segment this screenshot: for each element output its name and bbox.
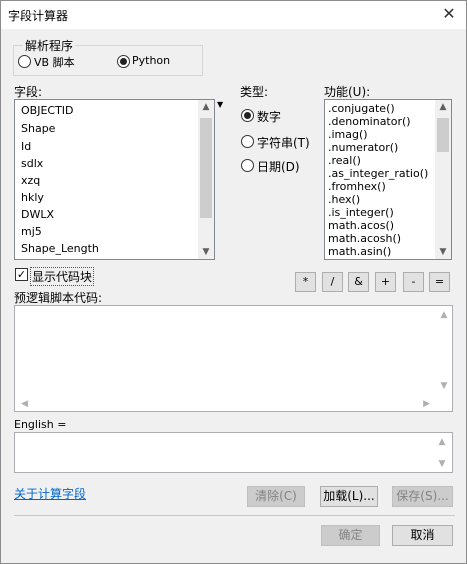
list-item[interactable]: .as_integer_ratio() — [328, 167, 428, 180]
operator-divide-button[interactable]: / — [322, 272, 343, 292]
show-codeblock-label[interactable]: 显示代码块 — [30, 267, 95, 286]
save-button[interactable]: 保存(S)... — [392, 486, 453, 507]
list-item[interactable]: Shape_Length — [21, 242, 99, 255]
clear-button[interactable]: 清除(C) — [247, 486, 305, 507]
operator-ampersand-button[interactable]: & — [348, 272, 369, 292]
about-calculate-field-link[interactable]: 关于计算字段 — [14, 485, 86, 502]
list-item[interactable]: math.acosh() — [328, 232, 401, 245]
list-item[interactable]: Shape — [21, 122, 55, 135]
separator — [14, 515, 455, 516]
cancel-button[interactable]: 取消 — [392, 525, 453, 546]
list-item[interactable]: OBJECTID — [21, 104, 74, 117]
list-item[interactable]: hkly — [21, 191, 44, 204]
pre-logic-textarea[interactable]: ▲ ▼ ◀ ▶ — [14, 305, 453, 412]
list-item[interactable]: math.asin() — [328, 245, 391, 258]
functions-label: 功能(U): — [324, 85, 371, 99]
scroll-down-icon[interactable]: ▼ — [198, 247, 214, 257]
type-date-label[interactable]: 日期(D) — [257, 158, 300, 175]
list-item[interactable]: .fromhex() — [328, 180, 386, 193]
load-button[interactable]: 加载(L)... — [320, 486, 378, 507]
list-item[interactable]: math.acos() — [328, 219, 394, 232]
title-bar: 字段计算器 ✕ — [1, 1, 466, 29]
list-item[interactable]: xzq — [21, 174, 40, 187]
field-calculator-dialog: 字段计算器 ✕ 解析程序 VB 脚本 Python 字段: OBJECTID S… — [0, 0, 467, 564]
operator-plus-button[interactable]: + — [375, 272, 396, 292]
python-radio[interactable] — [117, 55, 130, 68]
expression-label: English = — [14, 418, 67, 431]
parser-label: 解析程序 — [23, 37, 76, 54]
type-label: 类型: — [240, 85, 269, 99]
type-string-label[interactable]: 字符串(T) — [257, 134, 310, 151]
list-item[interactable]: .denominator() — [328, 115, 411, 128]
type-number-radio[interactable] — [241, 109, 254, 122]
list-item[interactable]: DWLX — [21, 208, 54, 221]
scroll-down-icon[interactable]: ▼ — [436, 381, 452, 391]
scroll-up-icon[interactable]: ▲ — [198, 102, 214, 112]
fields-dropdown-icon[interactable]: ▼ — [217, 100, 223, 109]
type-number-label[interactable]: 数字 — [257, 108, 281, 125]
scroll-up-icon[interactable]: ▲ — [436, 310, 452, 320]
type-string-radio[interactable] — [241, 135, 254, 148]
vbscript-label[interactable]: VB 脚本 — [34, 54, 75, 70]
vbscript-radio[interactable] — [18, 55, 31, 68]
scroll-down-icon[interactable]: ▼ — [434, 459, 450, 469]
window-title: 字段计算器 — [8, 9, 69, 23]
list-item[interactable]: .real() — [328, 154, 361, 167]
python-label[interactable]: Python — [132, 54, 170, 67]
scroll-up-icon[interactable]: ▲ — [434, 437, 450, 447]
fields-listbox[interactable]: OBJECTID Shape Id sdlx xzq hkly DWLX mj5… — [14, 99, 215, 260]
list-item[interactable]: .hex() — [328, 193, 360, 206]
show-codeblock-checkbox[interactable]: ✓ — [15, 268, 28, 281]
list-item[interactable]: mj5 — [21, 225, 42, 238]
list-item[interactable]: sdlx — [21, 157, 43, 170]
scroll-down-icon[interactable]: ▼ — [435, 247, 451, 257]
type-date-radio[interactable] — [241, 159, 254, 172]
operator-equals-button[interactable]: = — [429, 272, 450, 292]
list-item[interactable]: .numerator() — [328, 141, 398, 154]
expression-textarea[interactable]: ▲ ▼ — [14, 432, 453, 473]
pre-logic-vscroll[interactable]: ▲ ▼ — [436, 306, 452, 395]
fields-scroll-thumb[interactable] — [200, 118, 212, 218]
ok-button[interactable]: 确定 — [321, 525, 380, 546]
pre-logic-label: 预逻辑脚本代码: — [14, 291, 103, 305]
list-item[interactable]: .conjugate() — [328, 102, 395, 115]
close-icon[interactable]: ✕ — [436, 3, 462, 25]
list-item[interactable]: .is_integer() — [328, 206, 394, 219]
scroll-up-icon[interactable]: ▲ — [435, 102, 451, 112]
functions-scrollbar[interactable]: ▲ ▼ — [435, 100, 451, 259]
scroll-right-icon[interactable]: ▶ — [423, 399, 430, 409]
functions-scroll-thumb[interactable] — [437, 118, 449, 152]
list-item[interactable]: .imag() — [328, 128, 368, 141]
fields-label: 字段: — [14, 85, 43, 99]
list-item[interactable]: Id — [21, 140, 31, 153]
functions-listbox[interactable]: .conjugate() .denominator() .imag() .num… — [324, 99, 452, 260]
operator-minus-button[interactable]: - — [403, 272, 424, 292]
scroll-left-icon[interactable]: ◀ — [21, 399, 28, 409]
fields-scrollbar[interactable]: ▲ ▼ — [198, 100, 214, 259]
operator-multiply-button[interactable]: * — [295, 272, 316, 292]
